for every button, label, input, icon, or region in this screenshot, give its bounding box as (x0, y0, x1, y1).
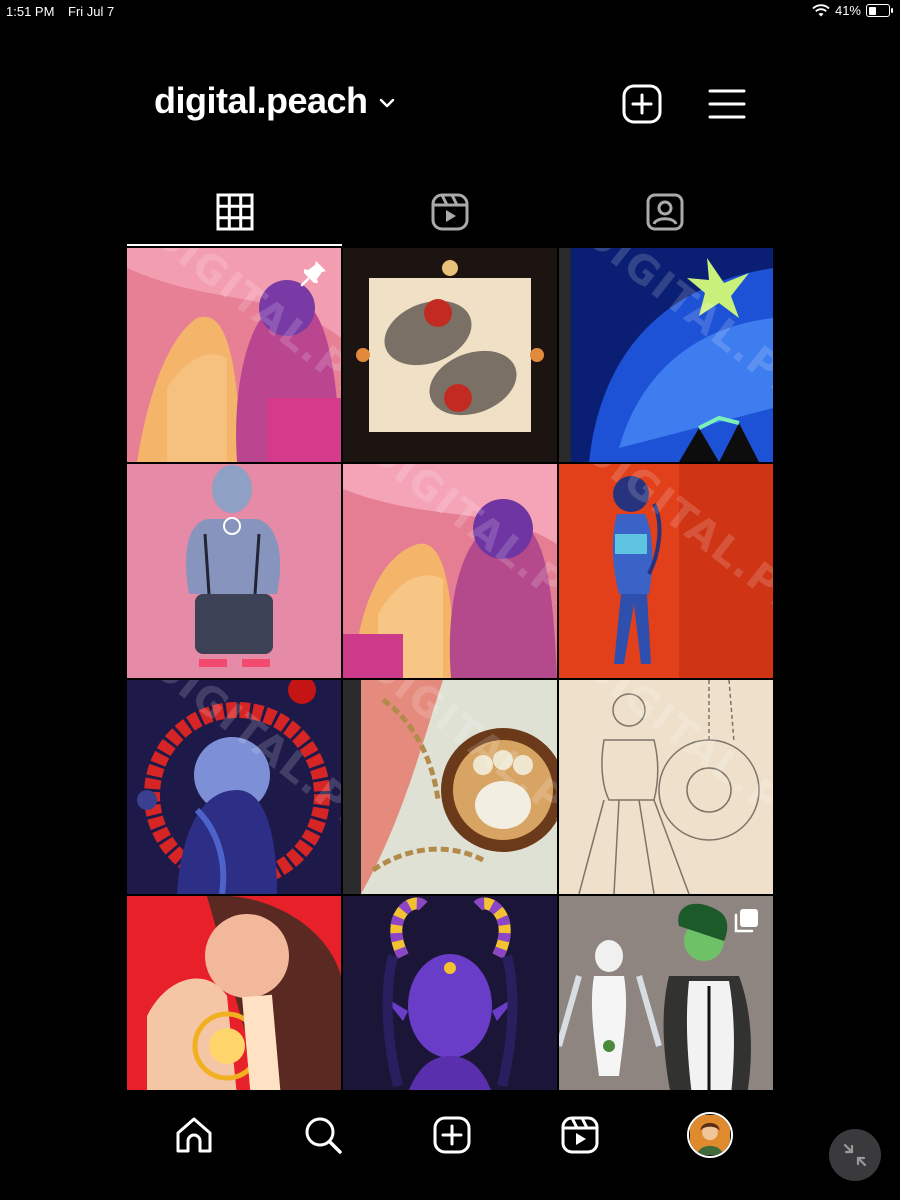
post-thumbnail[interactable]: DIGITAL.PEACH (127, 248, 341, 462)
post-image (127, 896, 341, 1090)
pin-icon (300, 261, 326, 287)
home-icon (176, 1117, 212, 1153)
nav-home[interactable] (172, 1113, 216, 1157)
post-thumbnail[interactable] (127, 896, 341, 1090)
nav-create[interactable] (430, 1113, 474, 1157)
post-thumbnail[interactable] (343, 896, 557, 1090)
status-date: Fri Jul 7 (68, 4, 115, 19)
post-image (343, 248, 557, 462)
post-thumbnail[interactable]: DIGITAL.PEACH (559, 680, 773, 894)
bottom-navigation (127, 1105, 773, 1165)
post-thumbnail[interactable] (127, 464, 341, 678)
avatar (690, 1115, 730, 1155)
nav-reels[interactable] (558, 1113, 602, 1157)
carousel-icon (734, 909, 758, 933)
new-post-icon (433, 1116, 470, 1154)
account-switcher[interactable]: digital.peach (154, 80, 398, 122)
status-bar: 1:51 PM Fri Jul 7 41% (0, 0, 900, 24)
tagged-icon (646, 193, 684, 231)
menu-button[interactable] (705, 82, 749, 126)
post-image (127, 464, 341, 678)
chevron-down-icon (379, 98, 394, 108)
posts-grid: DIGITAL.PEACH DIG (127, 248, 773, 1090)
status-right: 41% (812, 3, 893, 18)
battery-percent: 41% (834, 3, 861, 18)
profile-tabs (127, 178, 773, 246)
battery-icon (866, 4, 893, 17)
post-thumbnail[interactable] (559, 896, 773, 1090)
nav-profile-avatar[interactable] (687, 1112, 733, 1158)
post-thumbnail[interactable]: DIGITAL.PEACH (343, 680, 557, 894)
nav-search[interactable] (301, 1113, 345, 1157)
new-post-button[interactable] (620, 82, 664, 126)
exit-fullscreen-button[interactable] (829, 1129, 881, 1181)
tab-reels[interactable] (342, 178, 557, 246)
post-thumbnail[interactable]: DIGITAL.PEACH (559, 464, 773, 678)
wifi-icon (812, 3, 830, 16)
tab-posts-grid[interactable] (127, 178, 343, 246)
search-icon (305, 1117, 342, 1154)
username: digital.peach (154, 80, 368, 121)
post-thumbnail[interactable] (343, 248, 557, 462)
reels-icon (431, 193, 469, 231)
reels-icon (561, 1116, 599, 1154)
post-thumbnail[interactable]: DIGITAL.PEACH (559, 248, 773, 462)
tab-tagged[interactable] (558, 178, 773, 246)
post-thumbnail[interactable]: DIGITAL.PEACH (343, 464, 557, 678)
profile-header: digital.peach (150, 80, 750, 130)
post-image (343, 896, 557, 1090)
post-thumbnail[interactable]: DIGITAL.PEACH (127, 680, 341, 894)
status-time: 1:51 PM (6, 4, 55, 19)
collapse-arrows-icon (843, 1143, 867, 1167)
grid-icon (216, 193, 254, 231)
